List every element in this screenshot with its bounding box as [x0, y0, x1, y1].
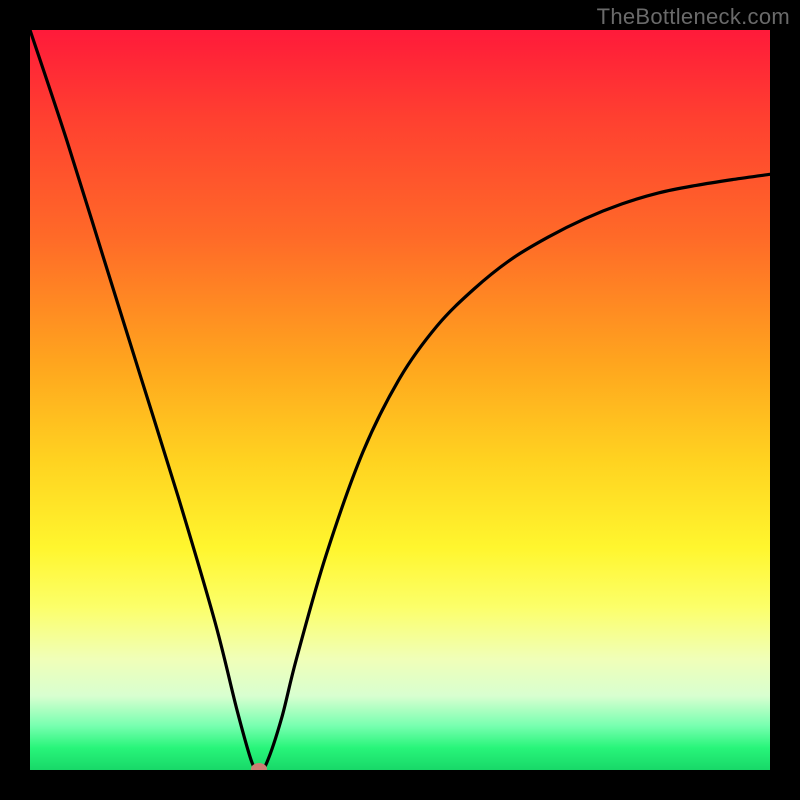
watermark-text: TheBottleneck.com	[597, 4, 790, 30]
optimal-point-marker	[251, 763, 267, 770]
curve-layer	[30, 30, 770, 770]
bottleneck-curve	[30, 30, 770, 770]
chart-frame: TheBottleneck.com	[0, 0, 800, 800]
plot-area	[30, 30, 770, 770]
